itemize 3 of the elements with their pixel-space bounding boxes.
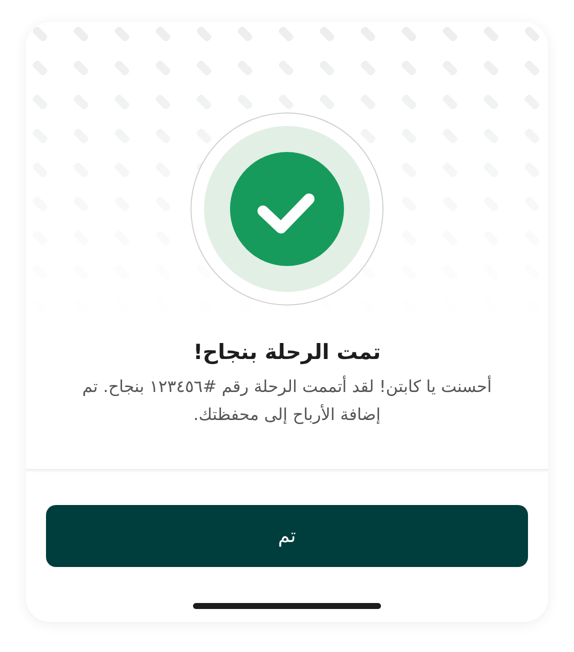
dialog-title: تمت الرحلة بنجاح! bbox=[192, 340, 382, 366]
done-button[interactable]: تم bbox=[46, 505, 528, 568]
dialog-message: أحسنت يا كابتن! لقد أتممت الرحلة رقم #١٢٣٤٥٦ بنجاح. تم إضافة الأرباح إلى محفظتك. bbox=[81, 374, 493, 426]
